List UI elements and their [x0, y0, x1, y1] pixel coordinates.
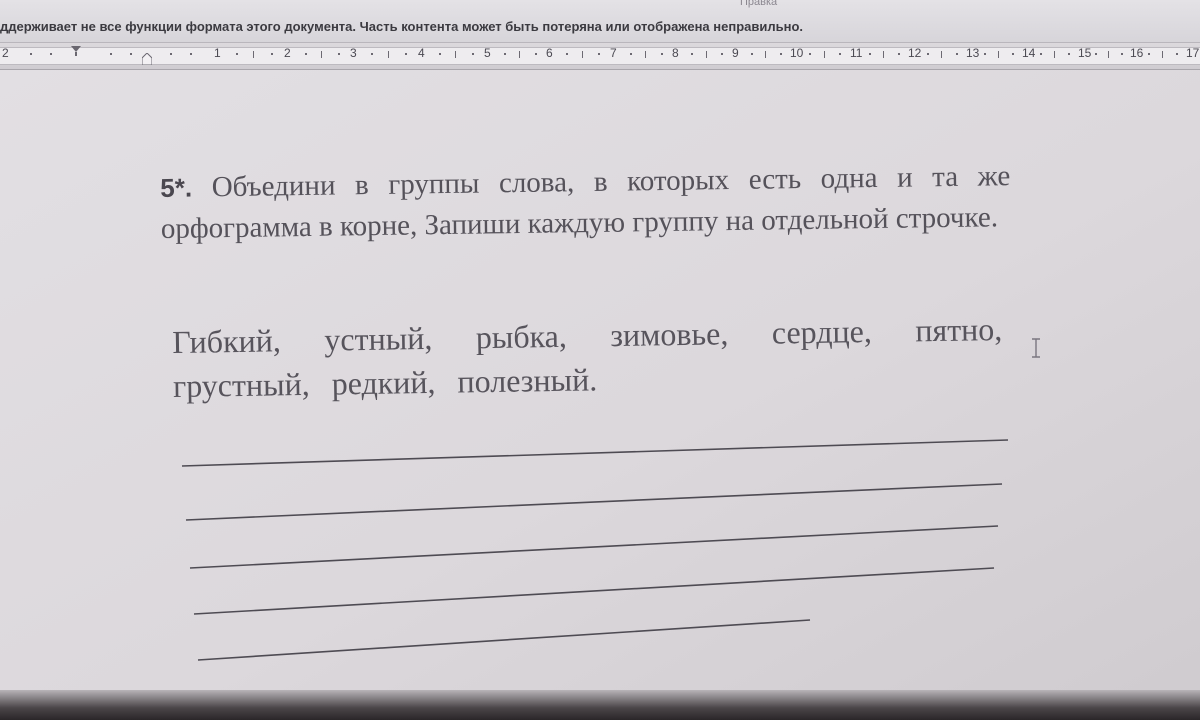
answer-line-2[interactable] — [185, 483, 1003, 521]
ruler-number: 2 — [2, 46, 9, 60]
ruler-tick — [629, 53, 632, 55]
ruler-number: 1 — [214, 46, 221, 60]
ruler-number: 4 — [418, 46, 425, 60]
ruler-tick — [883, 51, 884, 58]
ruler-tick — [519, 51, 520, 58]
ruler-tick — [337, 53, 340, 55]
ruler-number: 10 — [790, 46, 804, 60]
ruler-tick — [503, 53, 506, 55]
document-page[interactable]: 5*. Объедини в группы слова, в которых е… — [0, 70, 1200, 720]
ruler-tick — [190, 53, 192, 55]
ruler-tick — [765, 51, 766, 58]
ruler-tick — [371, 53, 373, 55]
ruler-number: 15 — [1078, 46, 1092, 60]
answer-line-3[interactable] — [189, 525, 999, 569]
ruler-tick — [1054, 51, 1055, 58]
ruler-tick — [1068, 53, 1070, 55]
ruler-tick — [321, 51, 322, 58]
ruler-tick — [1148, 53, 1150, 55]
screen-bezel-edge — [0, 690, 1200, 720]
ruler-number: 9 — [732, 46, 739, 60]
ruler-band — [0, 47, 1200, 65]
ruler-tick — [405, 53, 407, 55]
ruler-number: 8 — [672, 46, 679, 60]
ruler-tick — [253, 51, 254, 58]
ruler-tick — [50, 53, 52, 55]
answer-line-1[interactable] — [181, 439, 1009, 467]
ruler-tick — [582, 51, 583, 58]
ruler-number: 3 — [350, 46, 357, 60]
ruler-number: 11 — [850, 46, 863, 60]
ruler-tick — [1162, 51, 1163, 58]
ruler-tick — [706, 51, 707, 58]
ruler-tick — [941, 51, 942, 58]
ruler-number: 17 — [1186, 46, 1200, 60]
ruler-tick — [455, 51, 456, 58]
indent-marker-icon[interactable] — [142, 53, 152, 65]
ruler-tick — [868, 53, 871, 55]
ruler-number: 5 — [484, 46, 491, 60]
ruler-tick — [1040, 53, 1042, 55]
ruler-tick — [897, 53, 900, 55]
ruler-tick — [955, 53, 958, 55]
ruler-tick — [1012, 53, 1014, 55]
ruler-tick — [130, 53, 132, 55]
ruler-tick — [984, 53, 986, 55]
ruler-tick — [1176, 53, 1178, 55]
ruler-tick — [645, 51, 646, 58]
ruler-tick — [170, 53, 172, 55]
ruler-number: 6 — [546, 46, 553, 60]
ruler-tick — [721, 53, 723, 55]
ruler-tick — [926, 53, 929, 55]
answer-line-4[interactable] — [193, 567, 995, 615]
ruler-tick — [534, 53, 537, 55]
ruler-tick — [598, 53, 600, 55]
ruler-tick — [691, 53, 693, 55]
ruler-tick — [1095, 53, 1097, 55]
ruler-tick — [750, 53, 753, 55]
ruler-tick — [566, 53, 568, 55]
answer-lines — [181, 439, 1009, 661]
text-cursor-icon — [1032, 338, 1040, 358]
ribbon-group-label: Правка — [740, 0, 778, 8]
ruler-tick — [1108, 51, 1109, 58]
ruler-tick — [809, 53, 811, 55]
ruler-number: 14 — [1022, 46, 1036, 60]
ruler-tick — [1121, 53, 1123, 55]
ruler-tick — [824, 51, 825, 58]
ruler-number: 12 — [908, 46, 922, 60]
ruler-tick — [998, 51, 999, 58]
ruler-tick — [471, 53, 474, 55]
answer-line-5[interactable] — [197, 619, 811, 661]
ruler-tick — [388, 51, 389, 58]
ruler-tick — [660, 53, 663, 55]
compatibility-infobar: Правка ддерживает не все функции формата… — [0, 0, 1200, 43]
ruler-number: 7 — [610, 46, 617, 60]
ruler-tick — [779, 53, 782, 55]
ruler-tick — [304, 53, 307, 55]
document-area[interactable]: 5*. Объедини в группы слова, в которых е… — [0, 70, 1200, 720]
ruler-tick — [438, 53, 441, 55]
ruler-tick — [270, 53, 273, 55]
horizontal-ruler[interactable]: 2 1 2 3 4 5 6 7 8 9 10 11 12 13 14 15 16 17 — [0, 43, 1200, 70]
ruler-number: 16 — [1130, 46, 1144, 60]
compatibility-message: ддерживает не все функции формата этого … — [0, 19, 804, 34]
tab-stop-icon[interactable] — [70, 45, 82, 57]
ruler-number: 2 — [284, 46, 291, 60]
ruler-tick — [110, 53, 112, 55]
ruler-number: 13 — [966, 46, 980, 60]
ruler-tick — [30, 53, 32, 55]
ruler-tick — [235, 53, 238, 55]
ruler-tick — [839, 53, 841, 55]
